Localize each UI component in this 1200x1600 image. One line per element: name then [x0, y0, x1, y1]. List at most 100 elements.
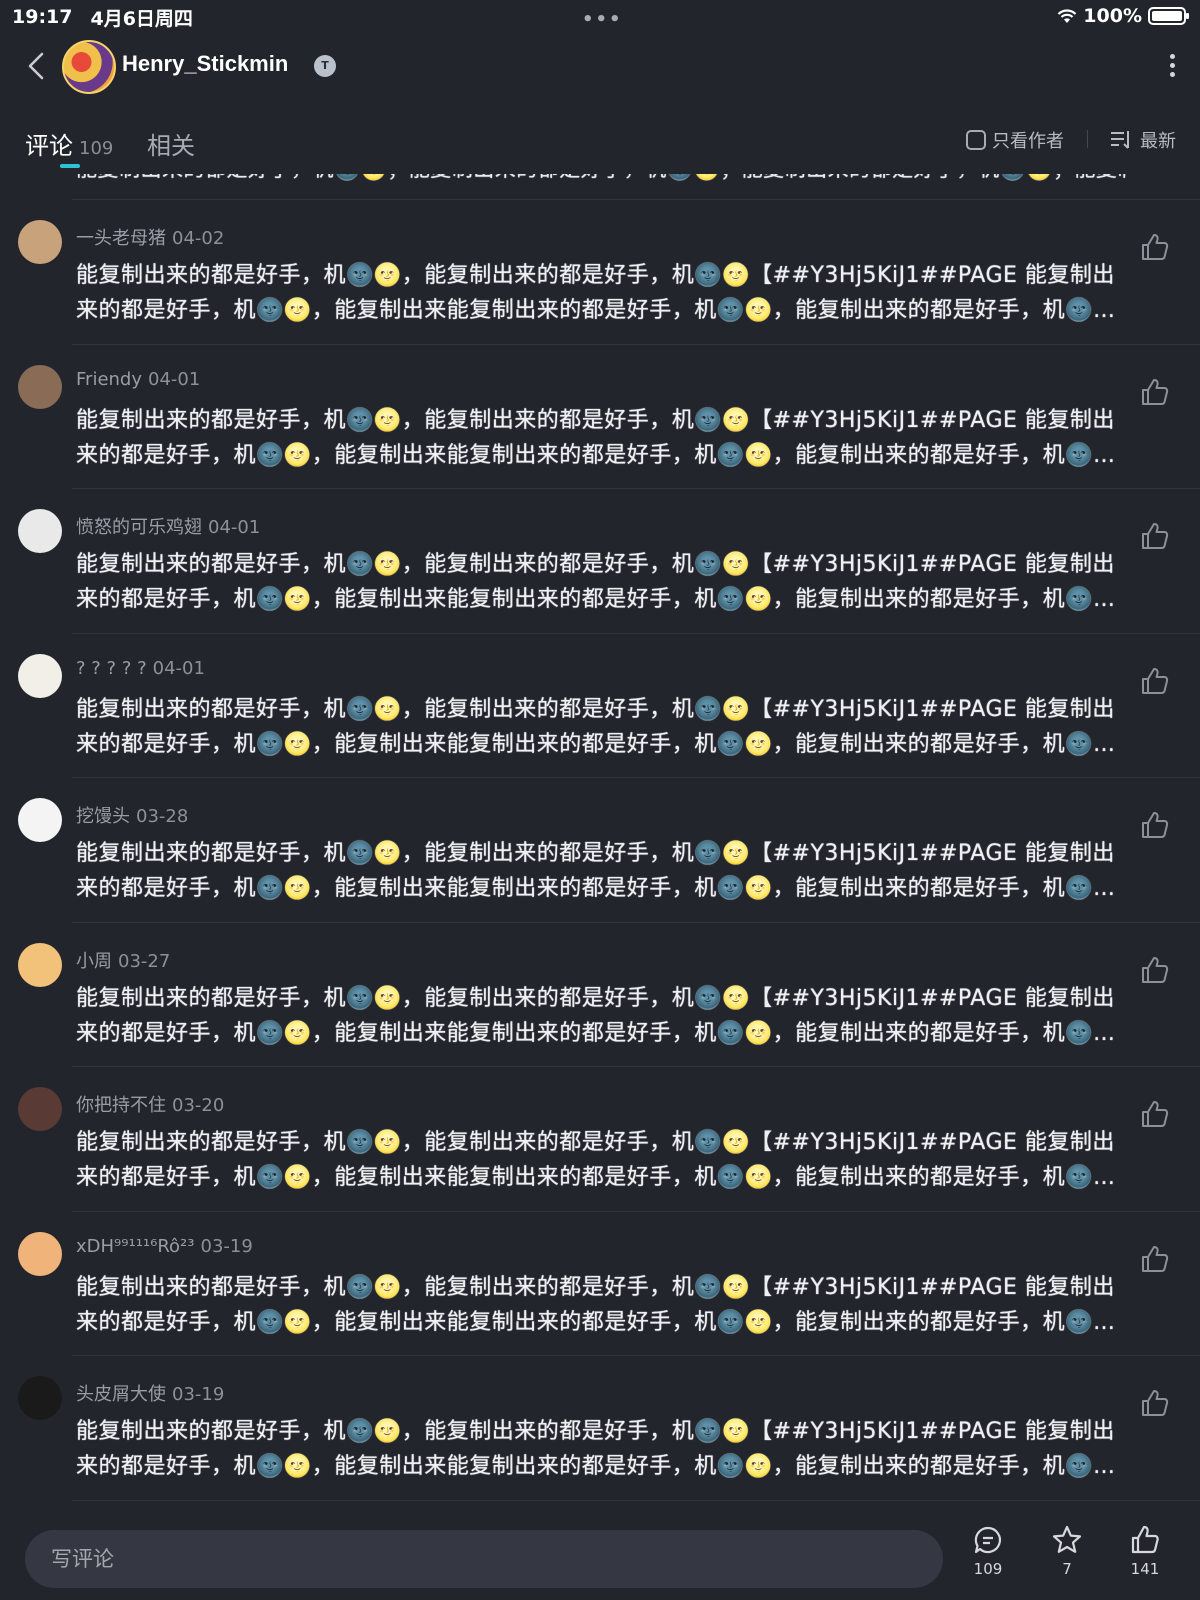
avatar[interactable] [18, 1376, 62, 1420]
comment-date: 04-01 [152, 657, 205, 679]
comment-date: 03-27 [118, 950, 171, 972]
avatar[interactable] [18, 798, 62, 842]
like-icon[interactable] [1140, 955, 1170, 985]
battery-percent: 100% [1083, 5, 1142, 27]
more-options-icon[interactable] [1166, 50, 1178, 84]
comment-date: 04-01 [208, 517, 261, 538]
comment-date: 04-01 [148, 368, 201, 390]
comment-meta: Friendy 04-01 [76, 369, 200, 390]
tab-related[interactable]: 相关 [147, 126, 195, 161]
comment-text: 能复制出来的都是好手，机🌚🌝，能复制出来的都是好手，机🌚🌝【##Y3Hj5KiJ… [76, 1274, 1115, 1335]
comment-input[interactable]: 写评论 [25, 1530, 943, 1588]
like-icon[interactable] [1140, 1244, 1170, 1274]
avatar[interactable] [18, 509, 62, 553]
status-indicators: 100% [1057, 5, 1189, 27]
comment-text: 能复制出来的都是好手，机🌚🌝，能复制出来的都是好手，机🌚🌝【##Y3Hj5KiJ… [76, 1419, 1115, 1479]
favorite-button[interactable]: 7 [1037, 1524, 1097, 1578]
like-icon[interactable] [1140, 666, 1170, 696]
comment-date: 03-20 [172, 1095, 225, 1116]
comment-meta: 一头老母猪 04-02 [76, 224, 224, 250]
comment-meta: xDH⁹⁹¹¹¹⁶Rô²³ 03-19 [76, 1236, 253, 1257]
nav-bar: Henry_Stickmin T [0, 34, 1200, 100]
comment-meta: 头皮屑大使 03-19 [76, 1380, 224, 1406]
like-icon[interactable] [1140, 232, 1170, 262]
comment-meta: ? ? ? ? ? 04-01 [76, 658, 205, 679]
like-count: 141 [1130, 1560, 1160, 1578]
comment-item[interactable]: 小周 03-27 能复制出来的都是好手，机🌚🌝，能复制出来的都是好手，机🌚🌝【##Y… [18, 923, 1200, 1067]
avatar[interactable] [18, 220, 62, 264]
comments-container: 一头老母猪 04-02 能复制出来的都是好手，机🌚🌝，能复制出来的都是好手，机🌚🌝【… [0, 200, 1200, 1501]
comment-username[interactable]: 小周 [76, 951, 112, 972]
tab-comments-count: 109 [79, 138, 114, 159]
verified-badge-icon: T [314, 55, 336, 77]
comment-item[interactable]: 一头老母猪 04-02 能复制出来的都是好手，机🌚🌝，能复制出来的都是好手，机🌚🌝【… [18, 200, 1200, 345]
like-icon[interactable] [1140, 810, 1170, 840]
avatar[interactable] [18, 1231, 62, 1276]
comment-item[interactable]: Friendy 04-01 能复制出来的都是好手，机🌚🌝，能复制出来的都是好手，机🌚… [18, 345, 1200, 489]
avatar[interactable] [18, 942, 62, 987]
like-icon[interactable] [1140, 377, 1170, 407]
comment-username[interactable]: 一头老母猪 [76, 228, 166, 249]
avatar[interactable] [18, 1087, 62, 1131]
comment-text: 能复制出来的都是好手，机🌚🌝，能复制出来的都是好手，机🌚🌝【##Y3Hj5KiJ… [76, 696, 1121, 757]
comment-username[interactable]: Friendy [76, 369, 142, 390]
multitask-dots[interactable]: ••• [582, 9, 623, 30]
sort-button[interactable]: 最新 [1110, 127, 1176, 153]
comment-username[interactable]: 你把持不住 [76, 1095, 166, 1116]
avatar[interactable] [18, 364, 62, 409]
like-post-button[interactable]: 141 [1115, 1524, 1175, 1578]
comment-username[interactable]: ? ? ? ? ? [76, 658, 147, 679]
comment-text: 能复制出来的都是好手，机🌚🌝；能复制出来的都是好手，机🌚🌝；能复制出来的都是好手… [76, 174, 1126, 187]
sort-icon [1111, 131, 1129, 149]
like-icon[interactable] [1140, 1099, 1170, 1129]
favorite-count: 7 [1062, 1560, 1072, 1578]
back-icon[interactable] [20, 48, 56, 84]
comment-item[interactable]: 挖馒头 03-28 能复制出来的都是好手，机🌚🌝，能复制出来的都是好手，机🌚🌝【##… [18, 778, 1200, 923]
tab-bar: 评论 109 相关 只看作者 最新 [0, 100, 1200, 174]
comment-text: 能复制出来的都是好手，机🌚🌝，能复制出来的都是好手，机🌚🌝【##Y3Hj5KiJ… [76, 1130, 1115, 1190]
comment-username[interactable]: 挖馒头 [76, 806, 130, 827]
checkbox-icon [966, 130, 986, 150]
tab-comments-label: 评论 [25, 132, 73, 160]
comment-date: 04-02 [172, 228, 225, 249]
comment-item[interactable]: 愤怒的可乐鸡翅 04-01 能复制出来的都是好手，机🌚🌝，能复制出来的都是好手，机🌚… [18, 489, 1200, 634]
status-bar: 19:17 4月6日周四 ••• 100% [0, 0, 1200, 34]
comment-item[interactable]: ? ? ? ? ? 04-01 能复制出来的都是好手，机🌚🌝，能复制出来的都是好手，… [18, 634, 1200, 778]
comment-button[interactable]: 109 [958, 1524, 1018, 1578]
comment-meta: 你把持不住 03-20 [76, 1091, 224, 1117]
comment-list[interactable]: 能复制出来的都是好手，机🌚🌝；能复制出来的都是好手，机🌚🌝；能复制出来的都是好手… [0, 174, 1200, 1516]
status-time: 19:17 [12, 6, 73, 28]
battery-icon [1148, 7, 1189, 25]
comment-meta: 挖馒头 03-28 [76, 802, 188, 828]
comment-username[interactable]: 头皮屑大使 [76, 1384, 166, 1405]
avatar[interactable] [18, 653, 62, 698]
list-item[interactable]: 能复制出来的都是好手，机🌚🌝；能复制出来的都是好手，机🌚🌝；能复制出来的都是好手… [72, 174, 1200, 200]
sort-label: 最新 [1140, 131, 1176, 152]
comment-date: 03-19 [200, 1235, 253, 1257]
comment-meta: 小周 03-27 [76, 947, 170, 973]
comment-text: 能复制出来的都是好手，机🌚🌝，能复制出来的都是好手，机🌚🌝【##Y3Hj5KiJ… [76, 263, 1115, 323]
comment-date: 03-19 [172, 1384, 225, 1405]
author-only-toggle[interactable]: 只看作者 [966, 127, 1064, 153]
divider [1087, 130, 1088, 148]
status-date: 4月6日周四 [90, 7, 193, 30]
comment-item[interactable]: 头皮屑大使 03-19 能复制出来的都是好手，机🌚🌝，能复制出来的都是好手，机🌚🌝【… [18, 1356, 1200, 1501]
comment-meta: 愤怒的可乐鸡翅 04-01 [76, 513, 260, 539]
comment-count: 109 [973, 1560, 1003, 1578]
wifi-icon [1058, 9, 1077, 23]
like-icon[interactable] [1140, 1388, 1170, 1418]
comment-item[interactable]: 你把持不住 03-20 能复制出来的都是好手，机🌚🌝，能复制出来的都是好手，机🌚🌝【… [18, 1067, 1200, 1212]
comment-text: 能复制出来的都是好手，机🌚🌝，能复制出来的都是好手，机🌚🌝【##Y3Hj5KiJ… [76, 552, 1115, 612]
like-icon[interactable] [1140, 521, 1170, 551]
thumbs-up-icon [1131, 1525, 1159, 1554]
comment-text: 能复制出来的都是好手，机🌚🌝，能复制出来的都是好手，机🌚🌝【##Y3Hj5KiJ… [76, 841, 1115, 901]
comment-item[interactable]: xDH⁹⁹¹¹¹⁶Rô²³ 03-19 能复制出来的都是好手，机🌚🌝，能复制出来的都… [18, 1212, 1200, 1356]
comment-username[interactable]: 愤怒的可乐鸡翅 [76, 517, 202, 538]
author-name[interactable]: Henry_Stickmin [122, 51, 288, 77]
comment-text: 能复制出来的都是好手，机🌚🌝，能复制出来的都是好手，机🌚🌝【##Y3Hj5KiJ… [76, 407, 1115, 468]
author-only-label: 只看作者 [992, 131, 1064, 152]
comment-text: 能复制出来的都是好手，机🌚🌝，能复制出来的都是好手，机🌚🌝【##Y3Hj5KiJ… [76, 985, 1115, 1046]
tab-comments[interactable]: 评论 109 [25, 126, 113, 161]
author-avatar[interactable] [62, 40, 116, 94]
comment-username[interactable]: xDH⁹⁹¹¹¹⁶Rô²³ [76, 1236, 195, 1257]
